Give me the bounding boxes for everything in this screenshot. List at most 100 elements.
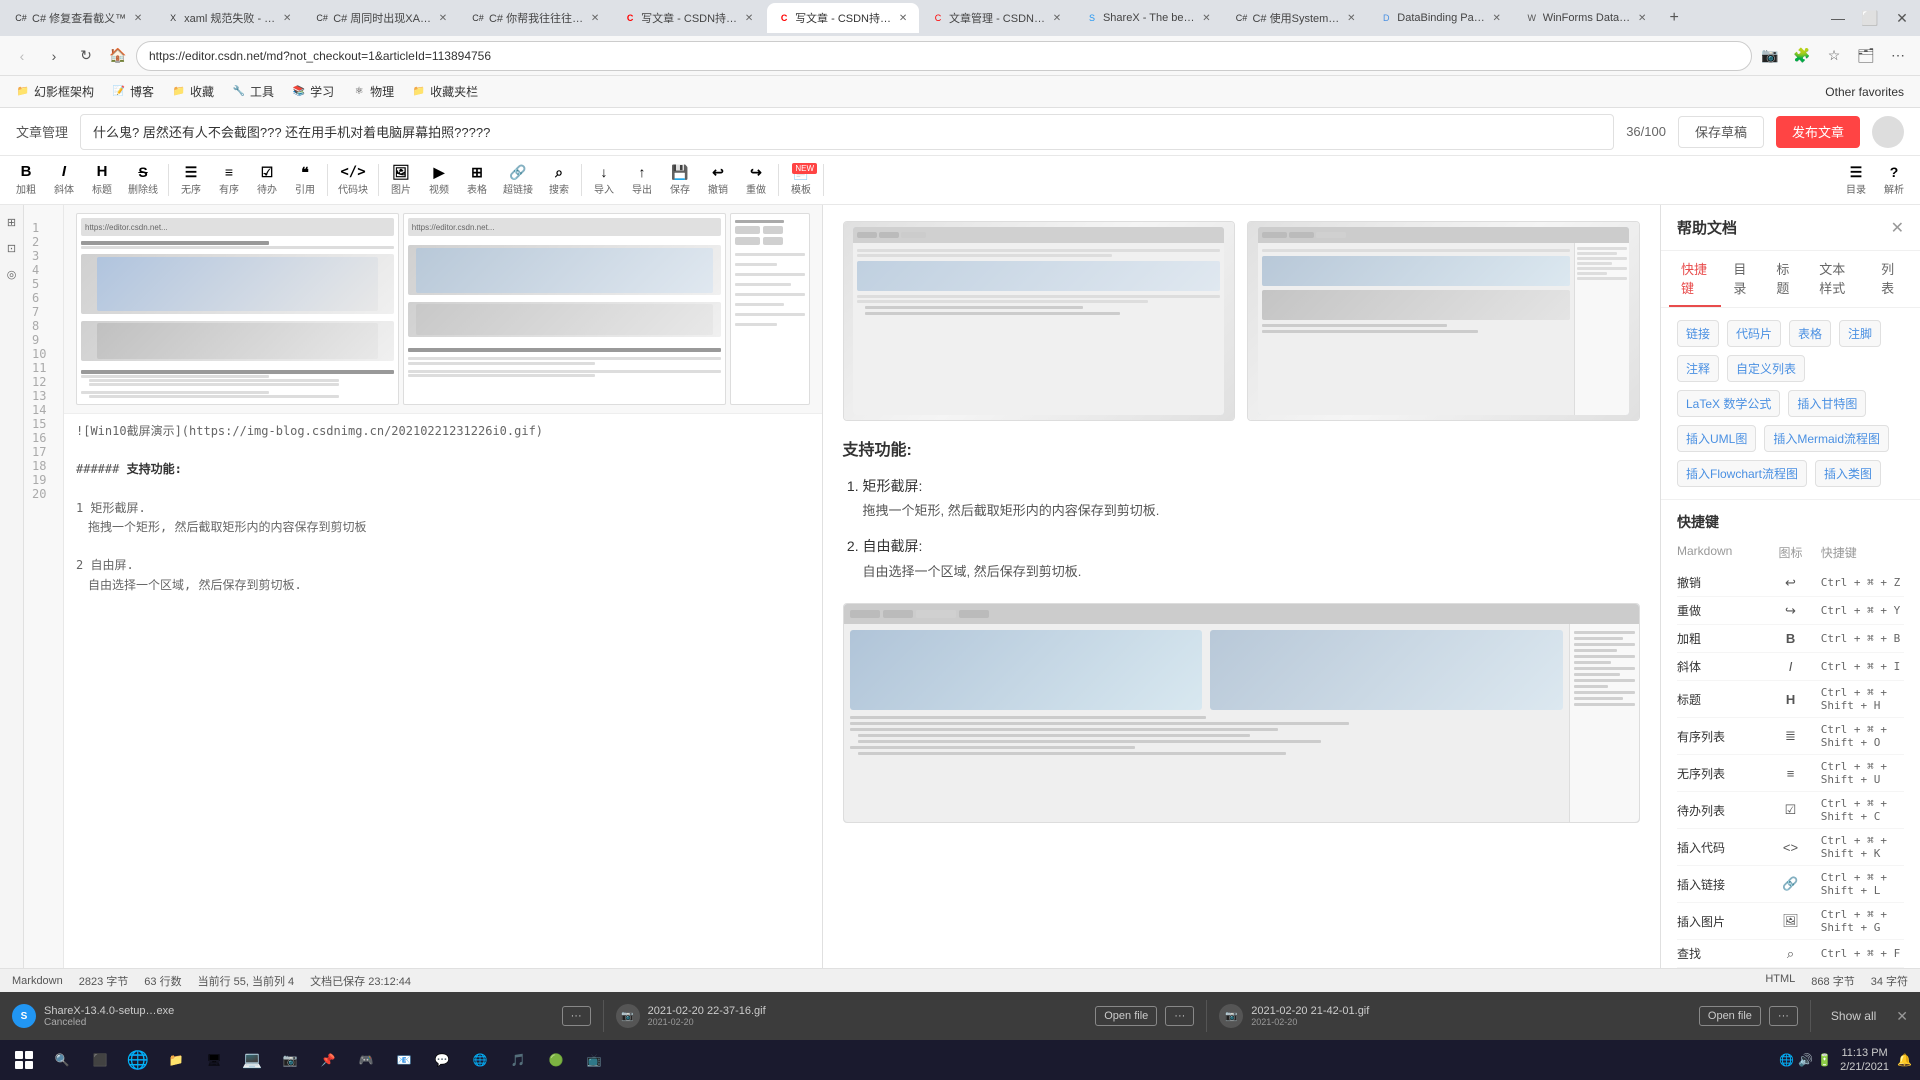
toolbar-redo[interactable]: ↪ 重做: [738, 161, 774, 200]
left-icon-3[interactable]: ◎: [3, 265, 21, 283]
tab-7[interactable]: C 文章管理 - CSDN… ✕: [921, 3, 1073, 33]
collections-button[interactable]: 🗂: [1852, 42, 1880, 70]
help-link-footnote[interactable]: 注脚: [1839, 320, 1881, 347]
help-link-latex[interactable]: LaTeX 数学公式: [1677, 390, 1780, 417]
taskbar-wechat[interactable]: 💬: [424, 1042, 460, 1078]
help-link-flowchart[interactable]: 插入Flowchart流程图: [1677, 460, 1807, 487]
bookmark-7[interactable]: 📁 收藏夹栏: [404, 80, 486, 103]
help-panel-close[interactable]: ✕: [1891, 218, 1904, 238]
toolbar-unordered-list[interactable]: ☰ 无序: [173, 161, 209, 200]
tab-close-5[interactable]: ✕: [741, 10, 757, 26]
help-tab-shortcuts[interactable]: 快捷键: [1669, 251, 1721, 307]
article-title-input[interactable]: [80, 114, 1614, 150]
refresh-button[interactable]: ↻: [72, 42, 100, 70]
notif-open-3[interactable]: Open file: [1699, 1006, 1761, 1026]
taskbar-game[interactable]: 🎮: [348, 1042, 384, 1078]
help-link-code[interactable]: 代码片: [1727, 320, 1781, 347]
close-button[interactable]: ✕: [1888, 4, 1916, 32]
toolbar-quote[interactable]: ❝ 引用: [287, 161, 323, 200]
help-link-custom-list[interactable]: 自定义列表: [1727, 355, 1805, 382]
tab-close-9[interactable]: ✕: [1343, 10, 1359, 26]
toolbar-bold[interactable]: B 加粗: [8, 160, 44, 200]
tab-5[interactable]: C 写文章 - CSDN持… ✕: [613, 3, 765, 33]
tab-close-10[interactable]: ✕: [1489, 10, 1505, 26]
tab-close-7[interactable]: ✕: [1049, 10, 1065, 26]
taskbar-notification-area[interactable]: 🔔: [1897, 1053, 1912, 1067]
tab-1[interactable]: C# C# 修复查看截义™ ✕: [4, 3, 154, 33]
bookmark-1[interactable]: 📁 幻影框架构: [8, 80, 102, 103]
notif-close-button[interactable]: ✕: [1896, 1008, 1908, 1025]
toolbar-heading[interactable]: H 标题: [84, 160, 120, 200]
toolbar-todo[interactable]: ☑ 待办: [249, 161, 285, 200]
taskbar-music[interactable]: 🎵: [500, 1042, 536, 1078]
notif-action-1[interactable]: ···: [562, 1006, 591, 1026]
taskbar-explorer[interactable]: 📁: [158, 1042, 194, 1078]
tab-close-1[interactable]: ✕: [130, 10, 146, 26]
taskbar-battery-icon[interactable]: 🔋: [1817, 1053, 1832, 1067]
taskbar-volume-icon[interactable]: 🔊: [1798, 1053, 1813, 1067]
forward-button[interactable]: ›: [40, 42, 68, 70]
notif-more-2[interactable]: ···: [1165, 1006, 1194, 1026]
taskbar-network-icon[interactable]: 🌐: [1779, 1053, 1794, 1067]
bookmark-4[interactable]: 🔧 工具: [224, 80, 282, 103]
publish-button[interactable]: 发布文章: [1776, 116, 1860, 148]
tab-close-6[interactable]: ✕: [895, 10, 911, 26]
taskbar-browser-2[interactable]: 🌐: [462, 1042, 498, 1078]
toolbar-table[interactable]: ⊞ 表格: [459, 161, 495, 200]
bookmark-6[interactable]: ⚛ 物理: [344, 80, 402, 103]
settings-button[interactable]: ⋯: [1884, 42, 1912, 70]
tab-2[interactable]: X xaml 规范失败 - … ✕: [156, 3, 303, 33]
taskbar-green[interactable]: 🟢: [538, 1042, 574, 1078]
tab-8[interactable]: S ShareX - The be… ✕: [1075, 3, 1223, 33]
toolbar-save[interactable]: 💾 保存: [662, 161, 698, 200]
help-link-classdiagram[interactable]: 插入类图: [1815, 460, 1881, 487]
help-link-hyperlink[interactable]: 链接: [1677, 320, 1719, 347]
address-bar[interactable]: https://editor.csdn.net/md?not_checkout=…: [136, 41, 1752, 71]
help-link-mermaid[interactable]: 插入Mermaid流程图: [1764, 425, 1889, 452]
save-draft-button[interactable]: 保存草稿: [1678, 116, 1764, 148]
taskbar-taskview[interactable]: ⬛: [82, 1042, 118, 1078]
tab-add-button[interactable]: +: [1660, 4, 1688, 32]
help-link-gantt[interactable]: 插入甘特图: [1788, 390, 1866, 417]
help-tab-list[interactable]: 列表: [1869, 251, 1912, 307]
tab-6-active[interactable]: C 写文章 - CSDN持… ✕: [767, 3, 919, 33]
toolbar-search[interactable]: ⌕ 搜索: [541, 161, 577, 200]
taskbar-pin[interactable]: 📌: [310, 1042, 346, 1078]
show-all-button[interactable]: Show all: [1823, 1005, 1884, 1027]
tab-3[interactable]: C# C# 周同时出现XA… ✕: [305, 3, 459, 33]
extension-icon[interactable]: 🧩: [1788, 42, 1816, 70]
toolbar-code[interactable]: </> 代码块: [332, 161, 374, 200]
home-button[interactable]: 🏠: [104, 42, 132, 70]
taskbar-search[interactable]: 🔍: [44, 1042, 80, 1078]
notif-more-3[interactable]: ···: [1769, 1006, 1798, 1026]
help-tab-text-style[interactable]: 文本样式: [1807, 251, 1869, 307]
toolbar-italic[interactable]: I 斜体: [46, 160, 82, 200]
toolbar-import[interactable]: ↓ 导入: [586, 161, 622, 200]
taskbar-mail[interactable]: 📧: [386, 1042, 422, 1078]
left-icon-2[interactable]: ⊡: [3, 239, 21, 257]
tab-close-2[interactable]: ✕: [279, 10, 295, 26]
toolbar-export[interactable]: ↑ 导出: [624, 161, 660, 200]
tab-9[interactable]: C# C# 使用System… ✕: [1224, 3, 1367, 33]
other-favorites[interactable]: Other favorites: [1817, 82, 1912, 102]
notif-open-2[interactable]: Open file: [1095, 1006, 1157, 1026]
help-link-uml[interactable]: 插入UML图: [1677, 425, 1756, 452]
tab-close-4[interactable]: ✕: [587, 10, 603, 26]
user-avatar[interactable]: [1872, 116, 1904, 148]
taskbar-sharex[interactable]: 📷: [272, 1042, 308, 1078]
bookmark-2[interactable]: 📝 博客: [104, 80, 162, 103]
screenshot-icon[interactable]: 📷: [1756, 42, 1784, 70]
tab-close-3[interactable]: ✕: [435, 10, 451, 26]
taskbar-tv[interactable]: 📺: [576, 1042, 612, 1078]
back-button[interactable]: ‹: [8, 42, 36, 70]
favorites-button[interactable]: ☆: [1820, 42, 1848, 70]
toolbar-strikethrough[interactable]: S 删除线: [122, 161, 164, 200]
toolbar-link[interactable]: 🔗 超链接: [497, 161, 539, 200]
taskbar-edge[interactable]: 🌐: [120, 1042, 156, 1078]
taskbar-vs[interactable]: 💻: [234, 1042, 270, 1078]
toolbar-undo[interactable]: ↩ 撤销: [700, 161, 736, 200]
tab-close-11[interactable]: ✕: [1634, 10, 1650, 26]
help-link-table[interactable]: 表格: [1789, 320, 1831, 347]
bookmark-3[interactable]: 📁 收藏: [164, 80, 222, 103]
minimize-button[interactable]: —: [1824, 4, 1852, 32]
